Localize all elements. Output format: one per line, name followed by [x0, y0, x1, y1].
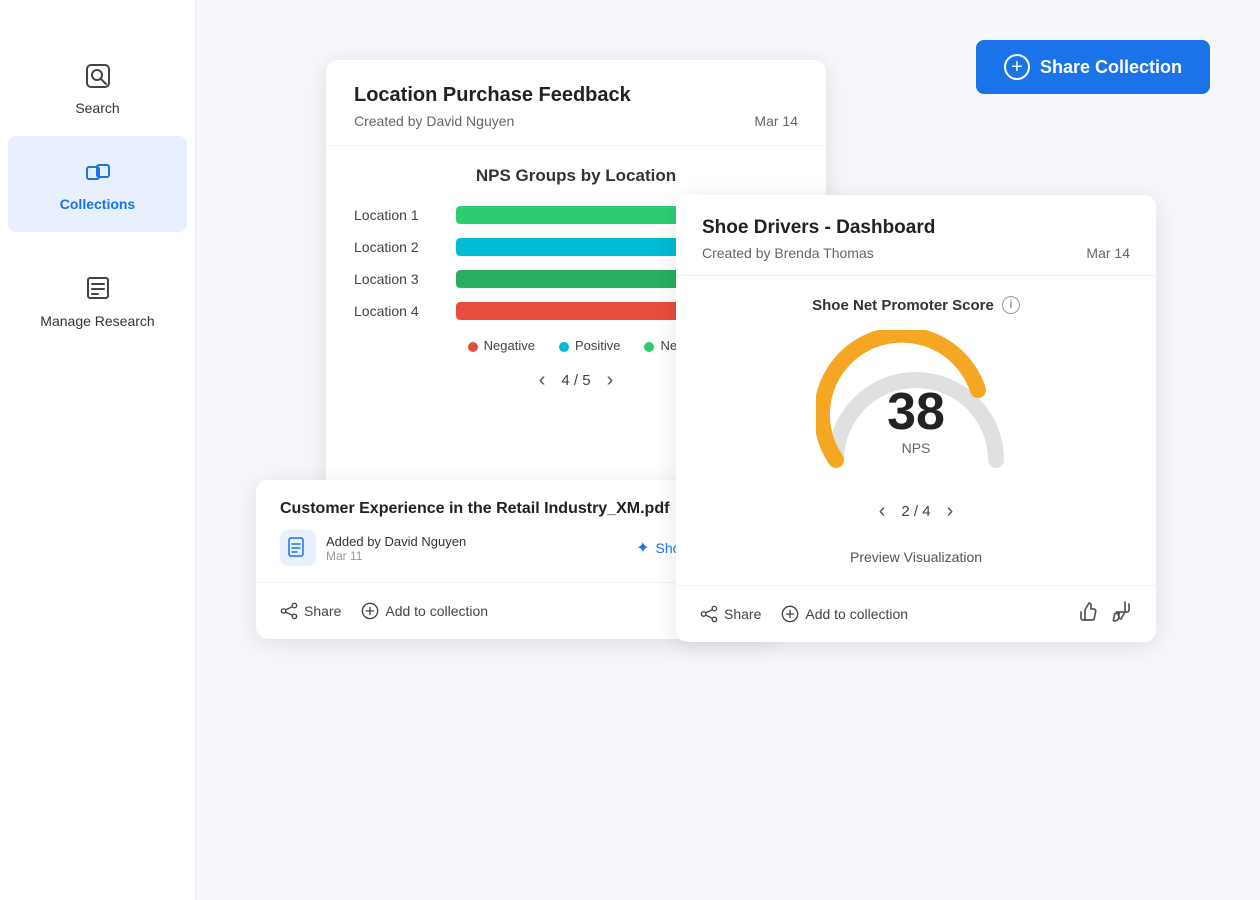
bar-label-0: Location 1 [354, 207, 444, 223]
search-icon [82, 60, 114, 92]
pdf-share-label: Share [304, 603, 341, 619]
page-indicator: 4 / 5 [561, 372, 590, 389]
sidebar: Search Collections Manage Research [0, 0, 196, 900]
card-location-created-by: Created by David Nguyen [354, 113, 514, 129]
shoe-thumb-buttons [1078, 600, 1132, 628]
info-icon: i [1002, 296, 1020, 314]
bar-label-3: Location 4 [354, 303, 444, 319]
pdf-add-to-collection-button[interactable]: Add to collection [361, 602, 488, 620]
share-collection-button[interactable]: + Share Collection [976, 40, 1210, 94]
nps-section-title: Shoe Net Promoter Score [812, 297, 994, 314]
nps-label-row: Shoe Net Promoter Score i [812, 296, 1020, 314]
legend-positive: Positive [559, 338, 621, 353]
sidebar-item-collections[interactable]: Collections [8, 136, 187, 232]
sidebar-item-manage-research[interactable]: Manage Research [0, 252, 195, 350]
nps-section: Shoe Net Promoter Score i 38 NPS ‹ 2 / 4 [676, 276, 1156, 585]
plus-circle-icon: + [1004, 54, 1030, 80]
card-location-date: Mar 14 [754, 113, 798, 129]
shoe-card-actions: Share Add to collection [676, 585, 1156, 642]
gauge-value: 38 NPS [887, 386, 945, 456]
shoe-header: Shoe Drivers - Dashboard Created by Bren… [676, 195, 1156, 276]
gauge-nps-label: NPS [887, 440, 945, 456]
sidebar-manage-research-label: Manage Research [40, 312, 154, 330]
shoe-add-to-collection-button[interactable]: Add to collection [781, 605, 908, 623]
shoe-title: Shoe Drivers - Dashboard [702, 217, 1130, 239]
card-shoe-drivers: Shoe Drivers - Dashboard Created by Bren… [676, 195, 1156, 642]
sidebar-item-search[interactable]: Search [0, 40, 195, 136]
card-location-meta: Created by David Nguyen Mar 14 [354, 113, 798, 129]
pdf-share-button[interactable]: Share [280, 602, 341, 620]
gauge-number: 38 [887, 386, 945, 438]
shoe-share-label: Share [724, 606, 761, 622]
next-page-button[interactable]: › [607, 369, 614, 392]
pdf-added-date: Mar 11 [326, 549, 466, 563]
pdf-file-icon [280, 530, 316, 566]
pdf-add-to-collection-label: Add to collection [385, 603, 488, 619]
bar-label-2: Location 3 [354, 271, 444, 287]
shoe-meta: Created by Brenda Thomas Mar 14 [702, 245, 1130, 261]
sparkle-icon: ✦ [636, 538, 649, 558]
sidebar-search-label: Search [75, 100, 119, 116]
shoe-created-by: Created by Brenda Thomas [702, 245, 874, 261]
card-location-header: Location Purchase Feedback Created by Da… [326, 60, 826, 146]
shoe-share-button[interactable]: Share [700, 605, 761, 623]
legend-negative: Negative [468, 338, 535, 353]
share-collection-label: Share Collection [1040, 57, 1182, 78]
shoe-pagination: ‹ 2 / 4 › [879, 484, 954, 543]
shoe-next-button[interactable]: › [947, 500, 954, 523]
shoe-date: Mar 14 [1086, 245, 1130, 261]
shoe-add-to-collection-label: Add to collection [805, 606, 908, 622]
manage-research-icon [82, 272, 114, 304]
pdf-added-info: Added by David Nguyen Mar 11 [280, 530, 466, 566]
shoe-thumbdown-button[interactable] [1110, 600, 1132, 628]
preview-visualization-label: Preview Visualization [850, 549, 982, 565]
shoe-page-indicator: 2 / 4 [901, 503, 930, 520]
bar-label-1: Location 2 [354, 239, 444, 255]
main-content: + Share Collection Location Purchase Fee… [196, 0, 1260, 900]
bar-chart-title: NPS Groups by Location [354, 166, 798, 186]
collections-icon [82, 156, 114, 188]
pdf-added-text: Added by David Nguyen Mar 11 [326, 534, 466, 563]
pdf-added-by: Added by David Nguyen [326, 534, 466, 549]
gauge-wrap: 38 NPS [816, 330, 1016, 470]
card-location-title: Location Purchase Feedback [354, 84, 798, 107]
sidebar-collections-label: Collections [60, 196, 135, 212]
shoe-thumbup-button[interactable] [1078, 600, 1100, 628]
prev-page-button[interactable]: ‹ [539, 369, 546, 392]
shoe-prev-button[interactable]: ‹ [879, 500, 886, 523]
